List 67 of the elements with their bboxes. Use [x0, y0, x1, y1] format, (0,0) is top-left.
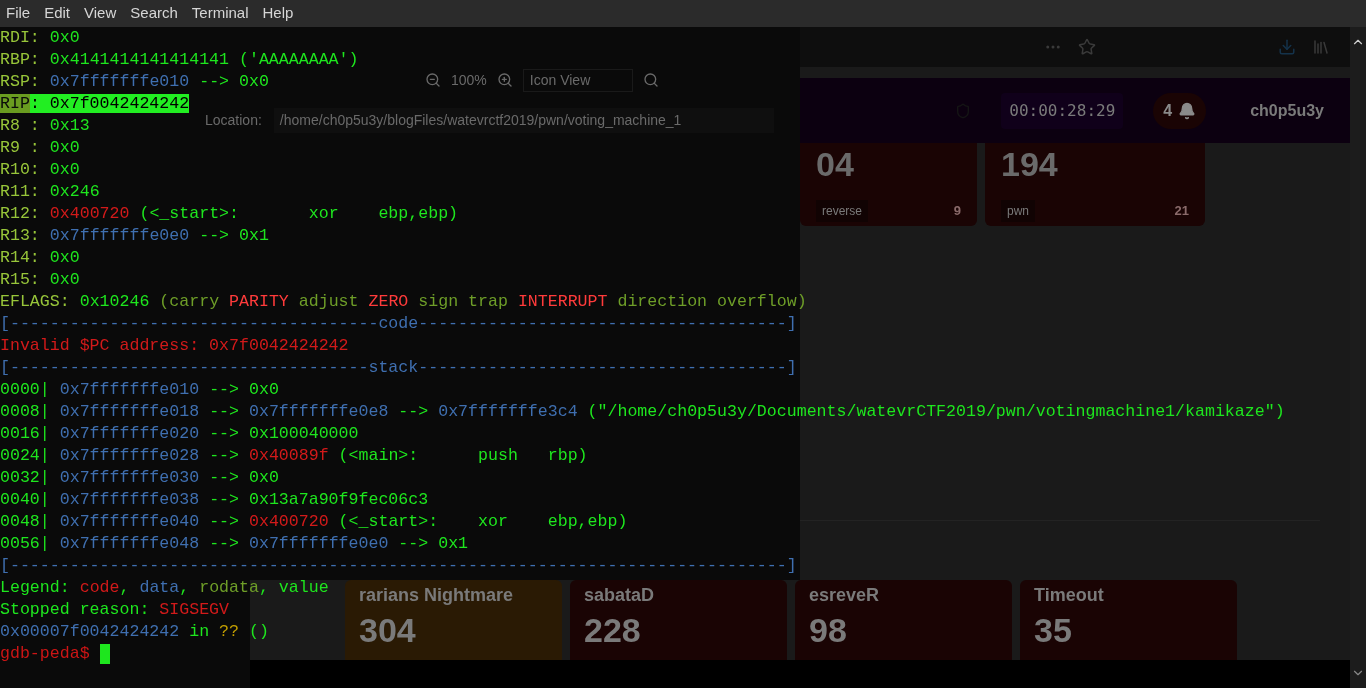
- terminal-line: 0024| 0x7fffffffe028 --> 0x40089f (<main>: push rbp): [0, 444, 588, 467]
- terminal-line: [------------------------------------stack-------------------------------------]: [0, 356, 797, 379]
- menu-item[interactable]: Terminal: [191, 2, 249, 25]
- card-title: esreveR: [809, 584, 881, 607]
- terminal-line: 0008| 0x7fffffffe018 --> 0x7fffffffe0e8 --> 0x7fffffffe3c4 ("/home/ch0p5u3y/Documents/watevrCTF2019/pwn/votingmachine1/kamikaze"): [0, 400, 1285, 423]
- card-score: 98: [809, 610, 848, 651]
- terminal-line: 0040| 0x7fffffffe038 --> 0x13a7a90f9fec06c3: [0, 488, 429, 511]
- challenge-card[interactable]: Timeout 35: [1020, 580, 1237, 660]
- terminal-line: 0x00007f0042424242 in ?? (): [0, 620, 269, 643]
- terminal-line: RSP: 0x7fffffffe010 --> 0x0: [0, 70, 269, 93]
- card-title: Timeout: [1034, 584, 1105, 607]
- card-score: 35: [1034, 610, 1073, 651]
- card-score: 194: [1001, 147, 1058, 181]
- challenge-card[interactable]: esreveR 98: [795, 580, 1012, 660]
- card-title: sabataD: [584, 584, 656, 607]
- terminal-line: RDI: 0x0: [0, 26, 80, 49]
- challenge-card[interactable]: rarians Nightmare 304: [345, 580, 562, 660]
- solve-count: 9: [953, 202, 961, 221]
- countdown-timer: 00:00:28:29: [1001, 92, 1124, 129]
- menu-item[interactable]: Search: [130, 2, 178, 25]
- terminal-line: R13: 0x7fffffffe0e0 --> 0x1: [0, 224, 269, 247]
- zoom-level: 100%: [451, 70, 487, 90]
- challenge-card[interactable]: 194 pwn 21: [985, 143, 1205, 226]
- challenge-card[interactable]: sabataD 228: [570, 580, 787, 660]
- notification-badge[interactable]: 4: [1153, 92, 1207, 129]
- terminal-line: Invalid $PC address: 0x7f0042424242: [0, 334, 349, 357]
- terminal-line: RBP: 0x4141414141414141 ('AAAAAAAA'): [0, 48, 359, 71]
- solve-count: 21: [1174, 202, 1189, 221]
- zoom-in-icon[interactable]: [496, 72, 513, 88]
- terminal-line: R9 : 0x0: [0, 136, 80, 159]
- card-title: rarians Nightmare: [359, 584, 515, 607]
- terminal-line: Stopped reason: SIGSEGV: [0, 598, 230, 621]
- location-label: Location:: [205, 110, 262, 130]
- challenge-card[interactable]: 04 reverse 9: [800, 143, 977, 226]
- tag: pwn: [1001, 200, 1035, 222]
- card-score: 304: [359, 610, 417, 651]
- terminal-line: Legend: code, data, rodata, value: [0, 576, 329, 599]
- terminal-line: R11: 0x246: [0, 180, 100, 203]
- terminal-line: R14: 0x0: [0, 246, 80, 269]
- scrollbar[interactable]: [1350, 27, 1366, 688]
- terminal-line: [------------------------------------------------------------------------------]: [0, 554, 797, 577]
- menu-item[interactable]: Edit: [44, 2, 71, 25]
- bell-icon: [1178, 101, 1197, 120]
- tag: reverse: [816, 200, 868, 222]
- search-icon[interactable]: [642, 72, 659, 88]
- terminal-line: R15: 0x0: [0, 268, 80, 291]
- terminal-line: 0048| 0x7fffffffe040 --> 0x400720 (<_start>: xor ebp,ebp): [0, 510, 628, 533]
- terminal-prompt: gdb-peda$: [0, 642, 91, 665]
- menu-item[interactable]: View: [84, 2, 117, 25]
- view-mode-select[interactable]: Icon View: [522, 68, 633, 92]
- terminal-line: EFLAGS: 0x10246 (carry PARITY adjust ZERO sign trap INTERRUPT direction overflow): [0, 290, 807, 313]
- star-icon[interactable]: [1078, 38, 1096, 56]
- terminal-line: R12: 0x400720 (<_start>: xor ebp,ebp): [0, 202, 459, 225]
- terminal-line: R10: 0x0: [0, 158, 80, 181]
- card-score: 04: [816, 147, 854, 181]
- zoom-out-icon[interactable]: [425, 72, 441, 88]
- terminal-line: [-------------------------------------code-------------------------------------]: [0, 312, 797, 335]
- terminal-line: 0016| 0x7fffffffe020 --> 0x100040000: [0, 422, 359, 445]
- menu-item[interactable]: File: [6, 2, 31, 25]
- terminal-line: 0032| 0x7fffffffe030 --> 0x0: [0, 466, 279, 489]
- card-score: 228: [584, 610, 642, 651]
- location-field[interactable]: /home/ch0p5u3y/blogFiles/watevrctf2019/pwn/voting_machine_1: [273, 107, 774, 133]
- menu-item[interactable]: Help: [262, 2, 294, 25]
- terminal-line: 0056| 0x7fffffffe048 --> 0x7fffffffe0e0 --> 0x1: [0, 532, 469, 555]
- terminal-line: 0000| 0x7fffffffe010 --> 0x0: [0, 378, 279, 401]
- terminal-line: R8 : 0x13: [0, 114, 90, 137]
- username[interactable]: ch0p5u3y: [1250, 98, 1324, 123]
